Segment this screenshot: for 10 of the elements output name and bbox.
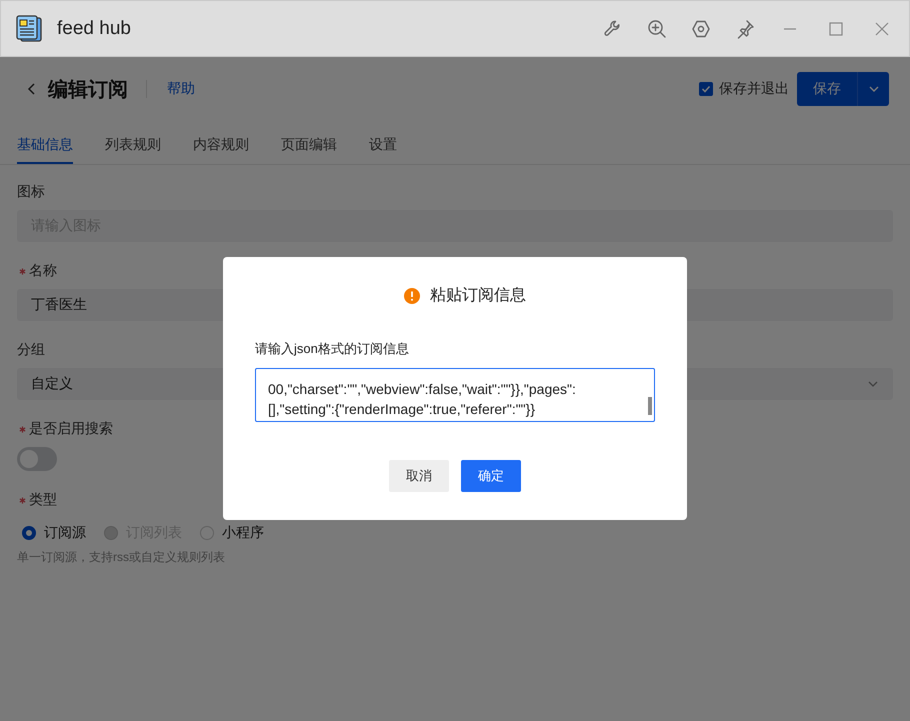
page-title: 编辑订阅: [48, 78, 128, 102]
field-label: 类型: [29, 491, 57, 509]
hint-text: 单一订阅源，支持rss或自定义规则列表: [17, 549, 226, 566]
field-label: 分组: [17, 341, 45, 359]
field-label: 请输入json格式的订阅信息: [255, 340, 410, 358]
dialog-title: 粘贴订阅信息: [430, 286, 526, 306]
window-title: feed hub: [57, 18, 132, 40]
field-label: 图标: [17, 183, 45, 201]
field-label: 是否启用搜索: [29, 420, 113, 438]
field-label: 名称: [29, 262, 57, 280]
